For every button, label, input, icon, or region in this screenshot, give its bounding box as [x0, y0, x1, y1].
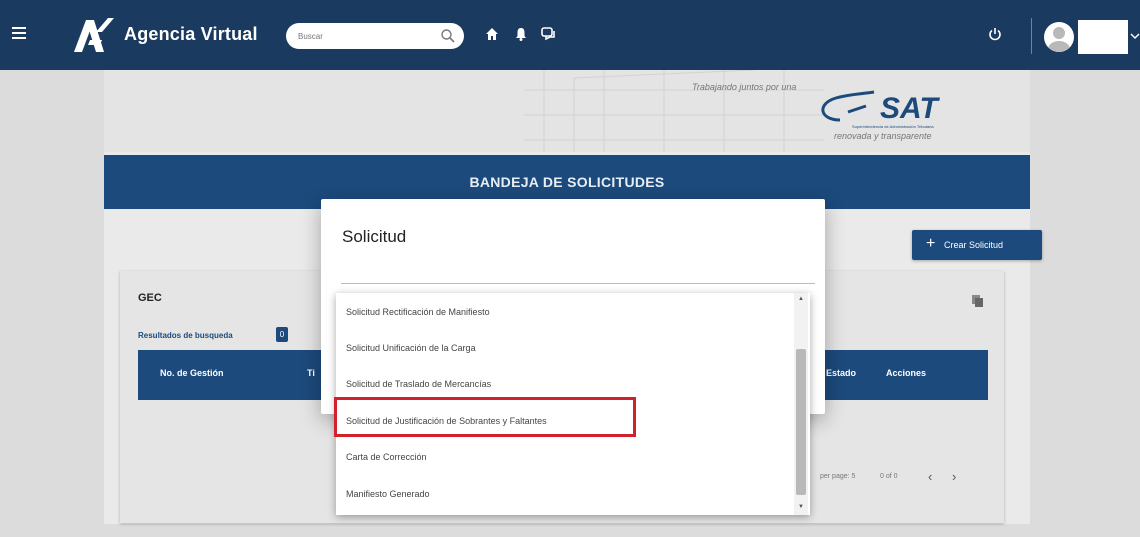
plus-icon: + — [926, 235, 936, 252]
create-request-label: Crear Solicitud — [944, 240, 1004, 250]
power-icon[interactable] — [987, 26, 1003, 42]
copy-icon[interactable] — [971, 294, 985, 308]
modal-title: Solicitud — [342, 227, 407, 246]
chevron-right-icon[interactable]: › — [952, 469, 956, 484]
results-label: Resultados de busqueda — [138, 331, 233, 340]
gec-title: GEC — [138, 292, 162, 304]
search-input[interactable] — [298, 27, 438, 45]
option-rectificacion-manifiesto[interactable]: Solicitud Rectificación de Manifiesto — [336, 294, 796, 330]
highlight-box — [334, 397, 636, 437]
sat-subline: renovada y transparente — [834, 131, 932, 141]
sat-logo: SAT Superintendencia de Administración T… — [821, 90, 940, 129]
user-name-box[interactable] — [1078, 20, 1128, 54]
items-per-page: per page: 5 — [820, 473, 856, 480]
home-icon[interactable] — [484, 26, 500, 42]
avatar[interactable] — [1044, 22, 1074, 52]
column-header-gestion: No. de Gestión — [160, 368, 224, 378]
search-icon[interactable] — [440, 28, 456, 44]
scroll-up-icon[interactable]: ▲ — [794, 293, 808, 305]
chat-icon[interactable] — [540, 26, 556, 42]
page-title: BANDEJA DE SOLICITUDES — [469, 174, 665, 190]
option-manifiesto-generado[interactable]: Manifiesto Generado — [336, 476, 796, 512]
agencia-virtual-logo — [74, 18, 114, 52]
column-header-acciones: Acciones — [886, 368, 927, 378]
menu-icon[interactable] — [12, 27, 26, 39]
search-box[interactable] — [286, 23, 464, 49]
option-carta-correccion[interactable]: Carta de Corrección — [336, 439, 796, 475]
topbar-divider — [1031, 18, 1032, 54]
chevron-left-icon[interactable]: ‹ — [928, 469, 932, 484]
column-header-tipo: Ti — [307, 368, 315, 378]
top-bar: Agencia Virtual — [0, 0, 1140, 70]
results-count-badge: 0 — [276, 327, 288, 342]
sat-tagline: Trabajando juntos por una — [692, 82, 797, 92]
page-range: 0 of 0 — [880, 473, 898, 480]
chevron-down-icon[interactable] — [1130, 31, 1140, 41]
create-request-button[interactable]: + Crear Solicitud — [912, 230, 1042, 260]
app-title: Agencia Virtual — [124, 24, 258, 44]
option-unificacion-carga[interactable]: Solicitud Unificación de la Carga — [336, 330, 796, 366]
solicitud-select[interactable] — [341, 283, 815, 284]
dropdown-scrollbar[interactable]: ▲ ▼ — [794, 293, 808, 515]
scroll-down-icon[interactable]: ▼ — [794, 501, 808, 513]
sat-banner: Trabajando juntos por una SAT Superinten… — [104, 70, 1030, 152]
bell-icon[interactable] — [513, 26, 529, 42]
scroll-thumb[interactable] — [796, 349, 806, 495]
svg-text:SAT: SAT — [880, 92, 940, 125]
svg-text:Superintendencia de Administra: Superintendencia de Administración Tribu… — [852, 124, 934, 129]
column-header-estado: Estado — [826, 368, 857, 378]
